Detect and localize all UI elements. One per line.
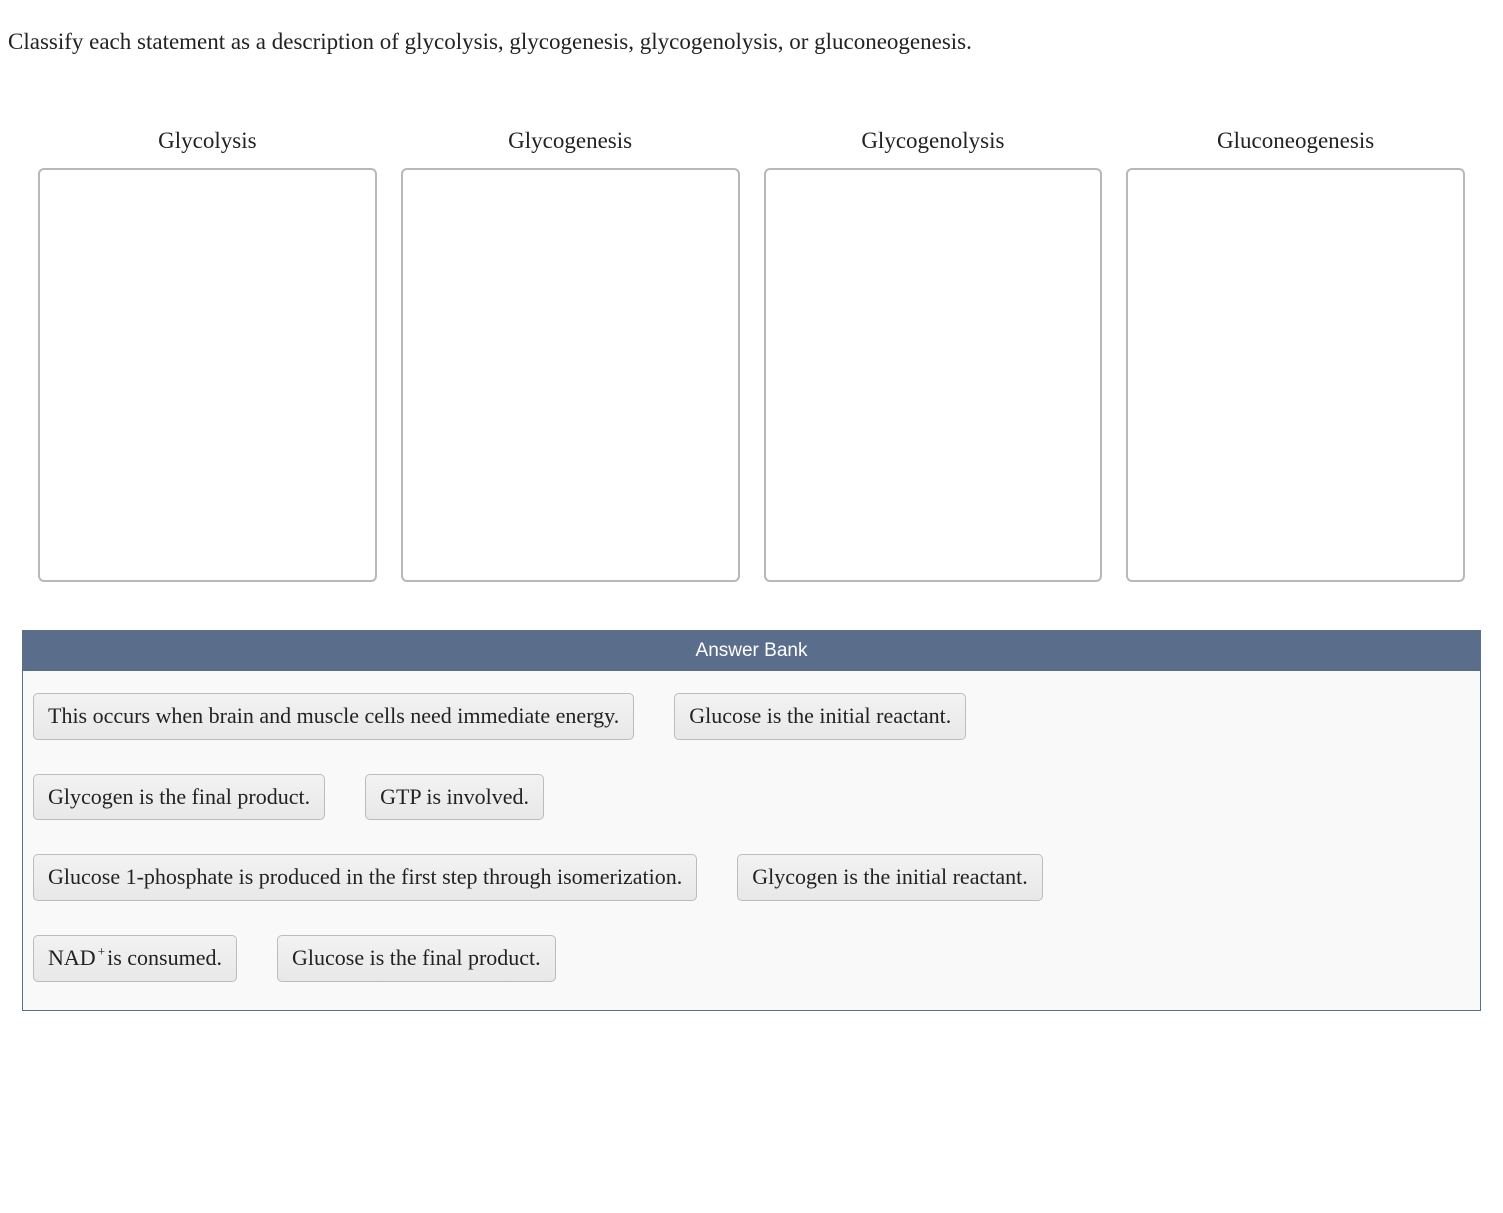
bank-row: Glucose 1-phosphate is produced in the f…: [33, 854, 1470, 901]
chip-text: Glycogen is the initial reactant.: [752, 863, 1028, 892]
answer-chip[interactable]: Glucose 1-phosphate is produced in the f…: [33, 854, 697, 901]
chip-text: Glucose is the final product.: [292, 944, 541, 973]
category-glycogenesis: Glycogenesis: [401, 128, 740, 582]
answer-chip[interactable]: This occurs when brain and muscle cells …: [33, 693, 634, 740]
chip-text: This occurs when brain and muscle cells …: [48, 702, 619, 731]
bank-row: This occurs when brain and muscle cells …: [33, 693, 1470, 740]
answer-chip[interactable]: GTP is involved.: [365, 774, 544, 821]
categories-row: Glycolysis Glycogenesis Glycogenolysis G…: [0, 68, 1503, 606]
answer-chip[interactable]: Glycogen is the final product.: [33, 774, 325, 821]
drop-zone-glycolysis[interactable]: [38, 168, 377, 582]
chip-text-sup: +: [98, 943, 105, 960]
answer-chip[interactable]: Glycogen is the initial reactant.: [737, 854, 1043, 901]
category-label: Glycolysis: [158, 128, 256, 154]
bank-row: Glycogen is the final product. GTP is in…: [33, 774, 1470, 821]
answer-bank-body: This occurs when brain and muscle cells …: [23, 671, 1480, 1009]
drop-zone-gluconeogenesis[interactable]: [1126, 168, 1465, 582]
category-label: Glycogenolysis: [861, 128, 1004, 154]
answer-bank-header: Answer Bank: [23, 631, 1480, 671]
chip-text: Glycogen is the final product.: [48, 783, 310, 812]
chip-text: Glucose is the initial reactant.: [689, 702, 951, 731]
answer-chip[interactable]: Glucose is the initial reactant.: [674, 693, 966, 740]
answer-bank: Answer Bank This occurs when brain and m…: [22, 630, 1481, 1010]
drop-zone-glycogenesis[interactable]: [401, 168, 740, 582]
chip-text-pre: NAD: [48, 944, 96, 973]
chip-text: GTP is involved.: [380, 783, 529, 812]
category-glycolysis: Glycolysis: [38, 128, 377, 582]
question-prompt: Classify each statement as a description…: [0, 0, 1503, 68]
chip-text-post: is consumed.: [107, 944, 222, 973]
chip-text: Glucose 1-phosphate is produced in the f…: [48, 863, 682, 892]
drop-zone-glycogenolysis[interactable]: [764, 168, 1103, 582]
category-label: Glycogenesis: [508, 128, 632, 154]
answer-chip[interactable]: NAD+ is consumed.: [33, 935, 237, 982]
category-label: Gluconeogenesis: [1217, 128, 1374, 154]
category-glycogenolysis: Glycogenolysis: [764, 128, 1103, 582]
bank-row: NAD+ is consumed. Glucose is the final p…: [33, 935, 1470, 982]
category-gluconeogenesis: Gluconeogenesis: [1126, 128, 1465, 582]
answer-chip[interactable]: Glucose is the final product.: [277, 935, 556, 982]
